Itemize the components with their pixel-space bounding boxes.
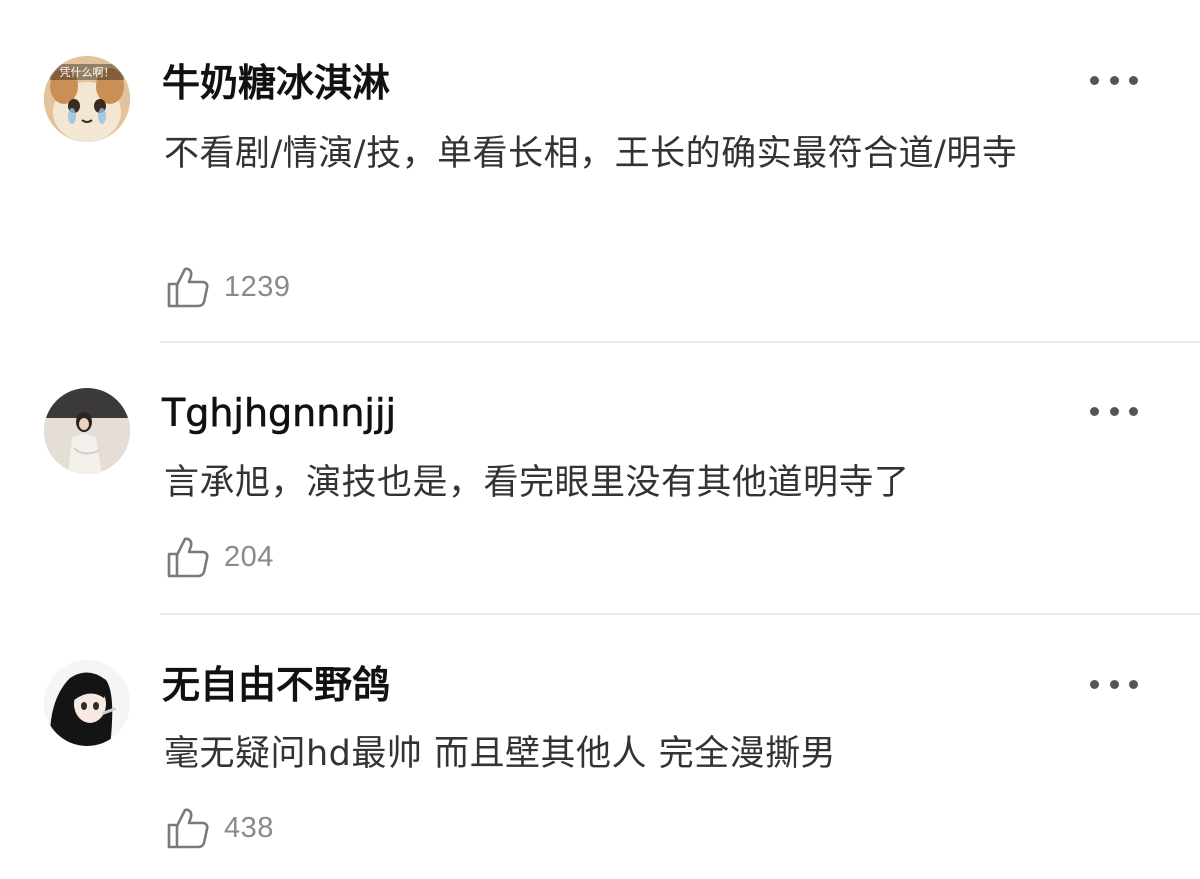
cat-avatar-image: 凭什么啊！ [44, 56, 130, 142]
like-button[interactable]: 204 [166, 534, 274, 580]
thumbs-up-icon [167, 537, 209, 578]
thumbs-up-icon [167, 808, 209, 849]
username[interactable]: Tghjhgnnnjjj [162, 394, 397, 433]
comment-text: 毫无疑问hd最帅 而且壁其他人 完全漫撕男 [164, 734, 837, 774]
comment-item: 凭什么啊！ 牛奶糖冰淇淋 不看剧/情演/技，单看长相，王长的确实最符合道/明寺 … [0, 0, 1200, 342]
like-count: 438 [224, 811, 274, 844]
avatar[interactable] [44, 660, 130, 746]
comment-item: Tghjhgnnnjjj 言承旭，演技也是，看完眼里没有其他道明寺了 204 [0, 342, 1200, 614]
like-count: 204 [224, 540, 274, 573]
avatar-badge-text: 凭什么啊！ [60, 65, 115, 79]
avatar[interactable] [44, 388, 130, 474]
comment-text: 不看剧/情演/技，单看长相，王长的确实最符合道/明寺 [164, 134, 1018, 174]
comment-text: 言承旭，演技也是，看完眼里没有其他道明寺了 [164, 463, 910, 503]
like-count: 1239 [224, 270, 291, 303]
username[interactable]: 无自由不野鸽 [162, 666, 390, 704]
more-dots-icon[interactable] [1090, 405, 1138, 417]
avatar[interactable]: 凭什么啊！ [44, 56, 130, 142]
thumbs-up-icon [167, 267, 209, 308]
comment-item: 无自由不野鸽 毫无疑问hd最帅 而且壁其他人 完全漫撕男 438 [0, 614, 1200, 879]
like-button[interactable]: 438 [166, 805, 274, 851]
person-avatar-image [44, 388, 130, 474]
like-button[interactable]: 1239 [166, 264, 291, 310]
anime-avatar-image [44, 660, 130, 746]
more-dots-icon[interactable] [1090, 74, 1138, 86]
more-dots-icon[interactable] [1090, 678, 1138, 690]
username[interactable]: 牛奶糖冰淇淋 [162, 64, 390, 102]
